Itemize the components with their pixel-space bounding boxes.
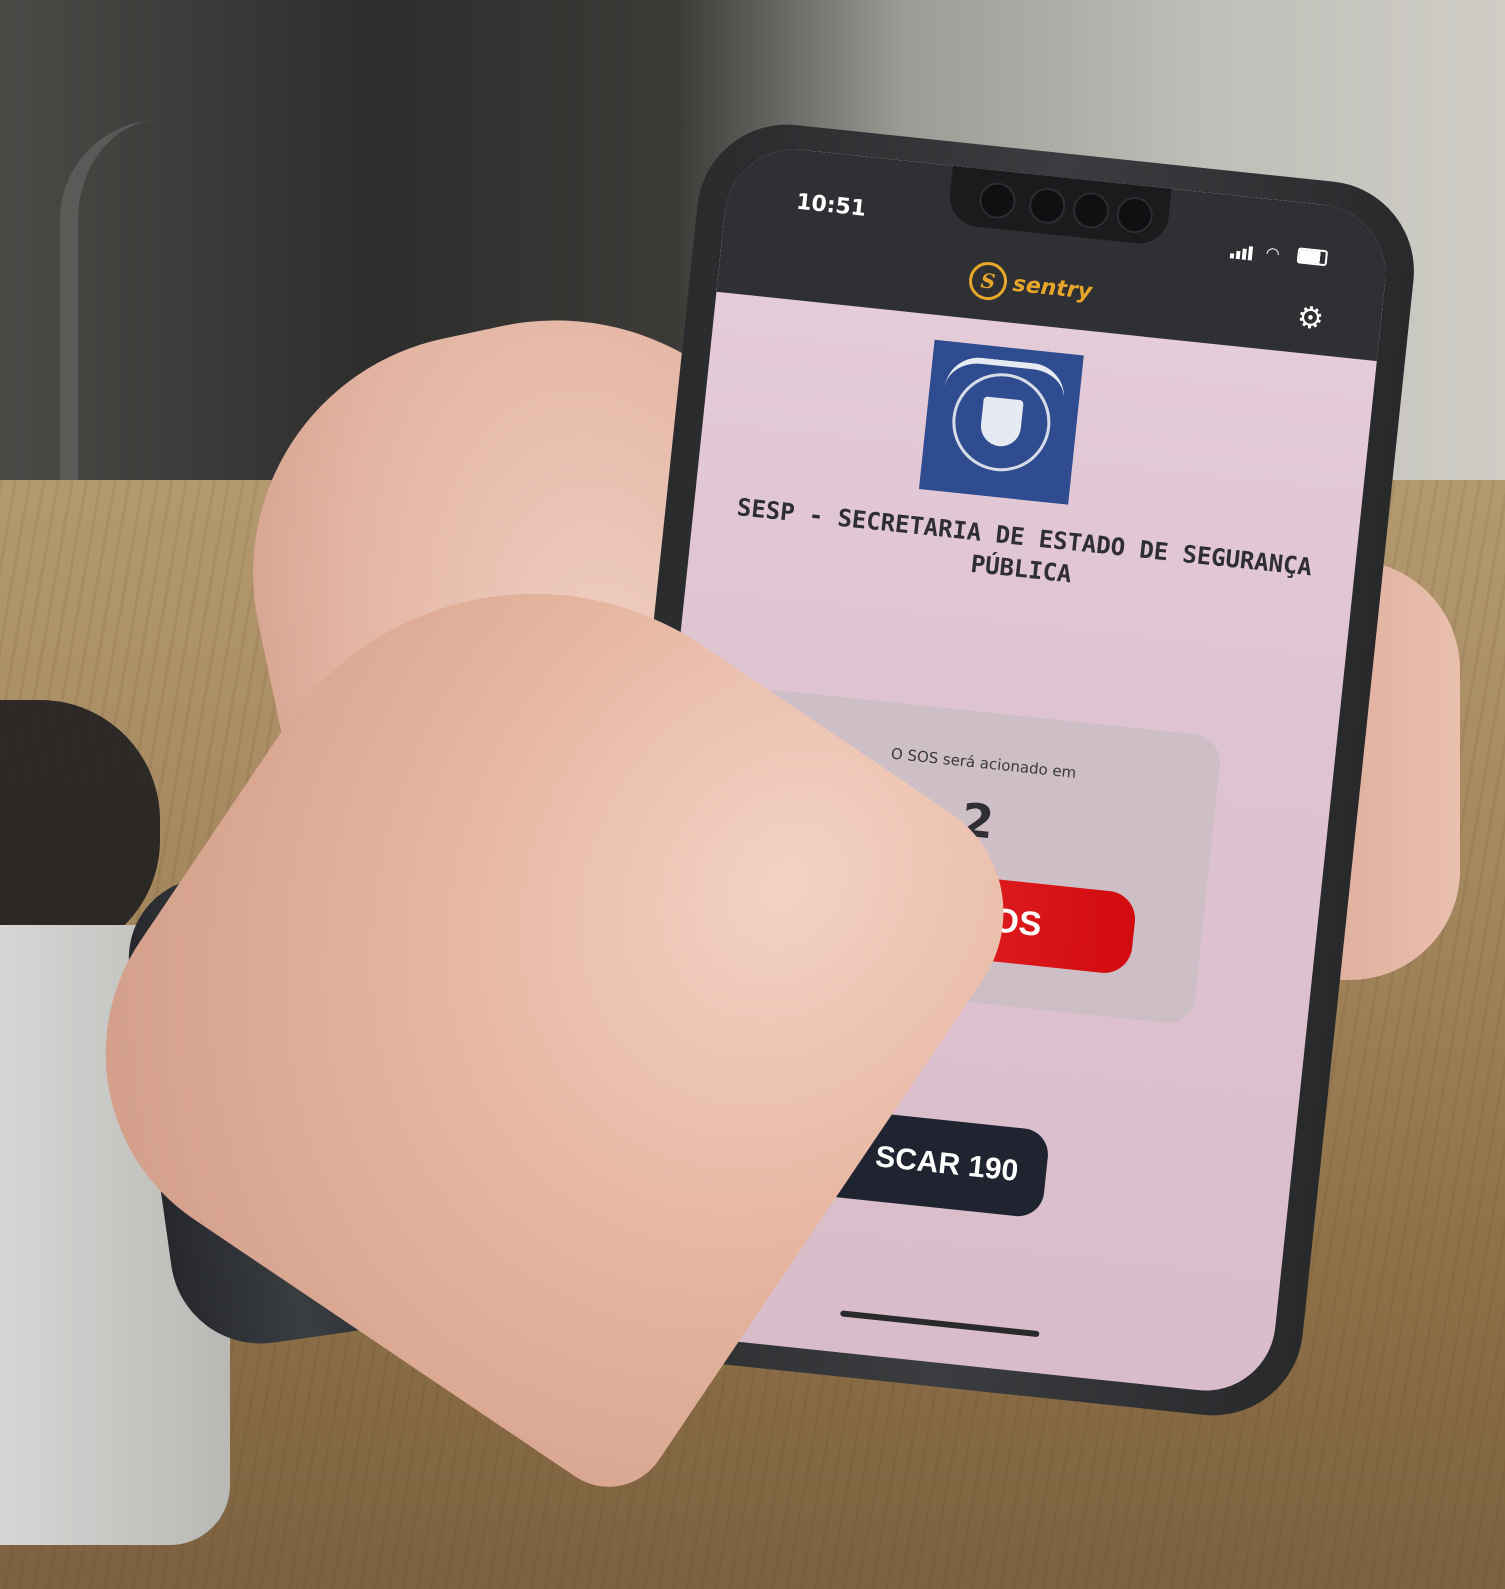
status-time: 10:51 bbox=[794, 189, 868, 222]
status-icons: ◠ bbox=[1229, 237, 1329, 268]
signal-icon bbox=[1229, 237, 1267, 262]
home-indicator[interactable] bbox=[840, 1310, 1040, 1338]
sentry-logo-icon: S bbox=[967, 260, 1009, 302]
camera-icon bbox=[977, 180, 1018, 221]
camera-icon bbox=[1071, 190, 1111, 231]
gear-icon[interactable]: ⚙ bbox=[1295, 300, 1328, 338]
coat-of-arms-logo bbox=[918, 339, 1084, 505]
wifi-icon: ◠ bbox=[1264, 242, 1287, 264]
app-logo: S sentry bbox=[967, 260, 1094, 311]
camera-icon bbox=[1027, 186, 1068, 226]
camera-icon bbox=[1114, 195, 1155, 235]
brand-name: sentry bbox=[1011, 271, 1094, 305]
battery-icon bbox=[1296, 247, 1329, 267]
crest-emblem bbox=[944, 354, 1068, 477]
organization-name: SESP - SECRETARIA DE ESTADO DE SEGURANÇA… bbox=[735, 493, 1314, 589]
